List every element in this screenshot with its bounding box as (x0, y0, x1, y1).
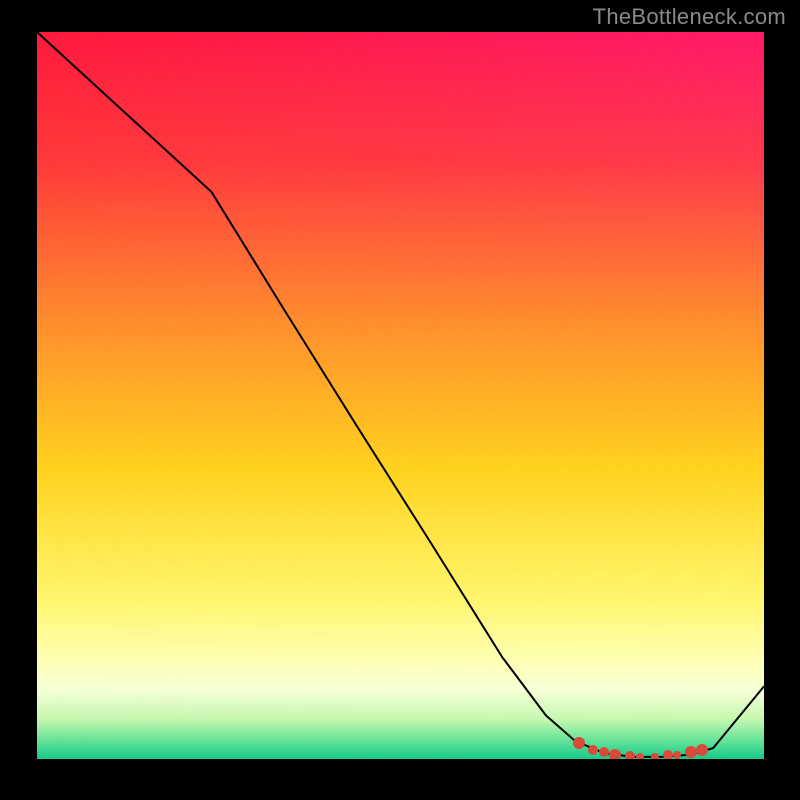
optimal-marker (625, 751, 635, 759)
optimal-marker (663, 750, 673, 759)
optimal-marker (651, 753, 659, 759)
optimal-marker (573, 737, 585, 749)
optimal-marker (673, 751, 681, 759)
watermark-text: TheBottleneck.com (593, 4, 786, 30)
plot-area (37, 32, 764, 759)
chart-line (37, 32, 764, 759)
optimal-marker (696, 744, 708, 756)
optimal-marker (609, 749, 621, 759)
chart-frame: TheBottleneck.com (0, 0, 800, 800)
optimal-marker (636, 753, 644, 759)
optimal-marker (599, 747, 609, 757)
optimal-marker (588, 745, 598, 755)
